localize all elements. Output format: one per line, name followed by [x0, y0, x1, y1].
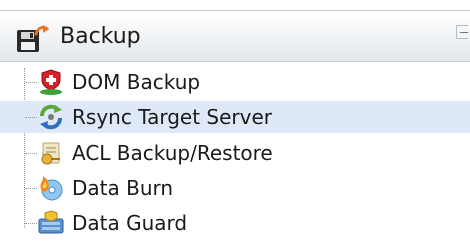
collapse-icon[interactable] [456, 25, 468, 39]
tree-item-label: Data Guard [72, 211, 188, 235]
tree-branch-line [25, 82, 37, 83]
panel-title: Backup [60, 24, 141, 49]
dom-backup-icon [37, 69, 65, 95]
acl-backup-icon [37, 140, 65, 166]
tree-item-dom-backup[interactable]: DOM Backup [0, 66, 470, 98]
tree-item-acl-backup-restore[interactable]: ACL Backup/Restore [0, 137, 470, 169]
tree-item-label: Rsync Target Server [72, 105, 272, 129]
tree-item-label: Data Burn [72, 176, 174, 200]
tree-item-label: ACL Backup/Restore [72, 141, 273, 165]
backup-panel: Backup DOM Backup Rsync Target Server AC… [0, 0, 470, 242]
tree-item-label: DOM Backup [72, 70, 201, 94]
tree-branch-line [25, 223, 37, 224]
tree-branch-line [25, 117, 37, 118]
data-burn-icon [37, 175, 65, 201]
data-guard-icon [37, 210, 65, 236]
backup-tree: DOM Backup Rsync Target Server ACL Backu… [0, 64, 470, 242]
tree-item-data-guard[interactable]: Data Guard [0, 207, 470, 239]
panel-header[interactable]: Backup [0, 10, 470, 62]
tree-item-rsync-target-server[interactable]: Rsync Target Server [0, 101, 470, 133]
tree-branch-line [25, 153, 37, 154]
save-disk-with-arrow-icon [16, 23, 50, 53]
tree-item-data-burn[interactable]: Data Burn [0, 172, 470, 204]
tree-branch-line [25, 188, 37, 189]
rsync-sync-icon [37, 104, 65, 130]
